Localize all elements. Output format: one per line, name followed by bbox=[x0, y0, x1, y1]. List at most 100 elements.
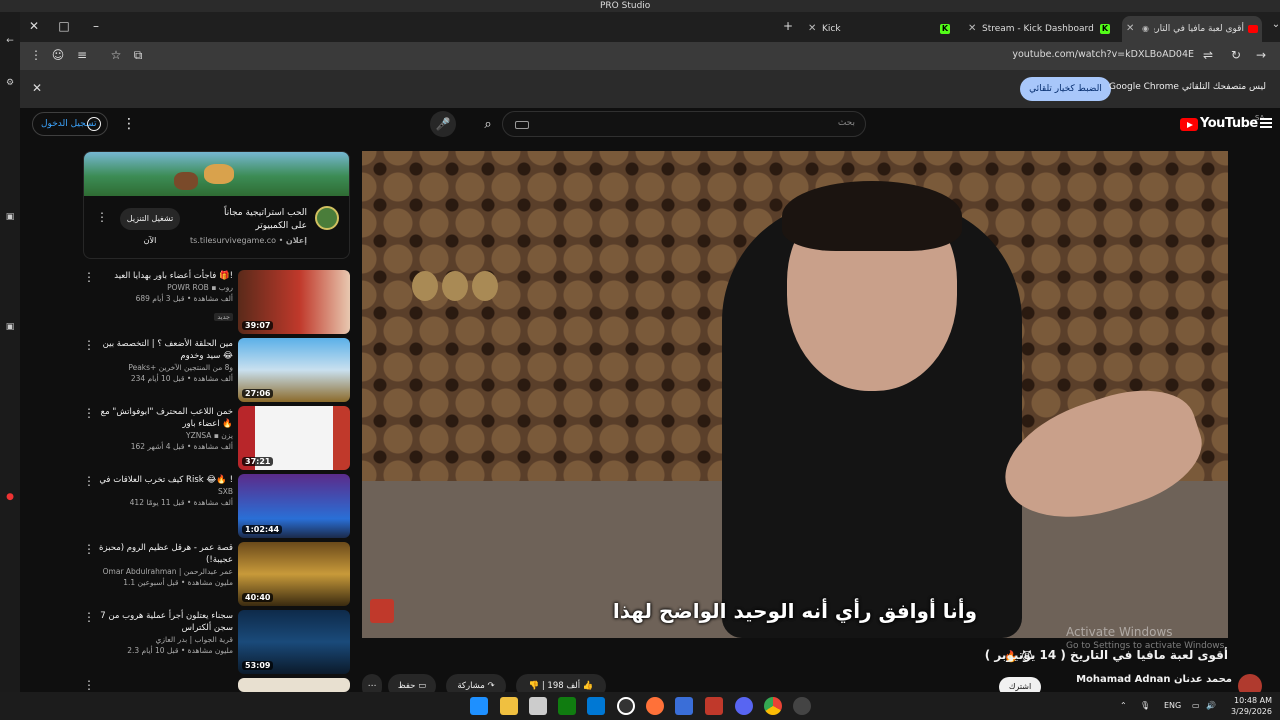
channel-name[interactable]: Mohamad Adnan محمد عدنان bbox=[1076, 674, 1232, 685]
app-icon[interactable] bbox=[675, 697, 693, 715]
keyboard-icon[interactable] bbox=[515, 121, 529, 129]
obs-icon[interactable] bbox=[617, 697, 635, 715]
item-title[interactable]: قصة عمر - هرقل عظيم الروم (محبزة عجيبة!) bbox=[97, 542, 233, 566]
outlook-icon[interactable] bbox=[587, 697, 605, 715]
app-icon[interactable] bbox=[793, 697, 811, 715]
tab-kick-dashboard[interactable]: ✕ Stream - Kick Dashboard K bbox=[962, 16, 1112, 42]
tab-close-icon[interactable]: ✕ bbox=[808, 16, 816, 42]
item-title[interactable]: كيف تخرب العلاقات في Risk 😂🔥 ! bbox=[97, 474, 233, 486]
window-close-icon[interactable]: ✕ bbox=[26, 19, 42, 33]
gear-icon[interactable]: ⚙ bbox=[5, 78, 15, 88]
item-thumbnail[interactable]: 27:06 bbox=[238, 338, 350, 402]
profile-icon[interactable]: ☺ bbox=[50, 48, 66, 62]
os-left-strip: ← ⚙ ▣ ▣ ● bbox=[0, 12, 20, 692]
store-icon[interactable] bbox=[529, 697, 547, 715]
network-icon[interactable]: ▭ bbox=[1192, 692, 1200, 720]
ad-title[interactable]: الحب استراتيجية مجاناً على الكمبيوتر bbox=[207, 207, 307, 233]
app-icon[interactable]: ▣ bbox=[5, 322, 15, 332]
ad-menu-kebab-icon[interactable]: ⋮ bbox=[96, 210, 108, 224]
item-thumbnail[interactable]: 39:07 bbox=[238, 270, 350, 334]
list-item[interactable]: ⋮ خمن اللاعب المحترف "ابوفواتش" مع اعضاء… bbox=[83, 406, 350, 470]
list-item[interactable]: ⋮ فاجأت أعضاء باور بهدايا العيد 🎁! POWR … bbox=[83, 270, 350, 334]
window-maximize-icon[interactable]: □ bbox=[56, 19, 72, 33]
tab-close-icon[interactable]: ✕ bbox=[968, 16, 976, 42]
site-settings-icon[interactable]: ⇌ bbox=[1200, 48, 1216, 62]
new-tab-plus-icon[interactable]: + bbox=[780, 19, 796, 33]
item-title[interactable]: مين الحلقة الأضعف ؟ | التخصصة بين سيد وخ… bbox=[97, 338, 233, 362]
tab-list-chevron-icon[interactable]: ⌄ bbox=[1268, 19, 1280, 30]
list-item[interactable]: ⋮ قصة عمر - هرقل عظيم الروم (محبزة عجيبة… bbox=[83, 542, 350, 606]
system-clock[interactable]: 10:48 AM 3/29/2026 bbox=[1231, 695, 1272, 717]
item-title[interactable]: خمن اللاعب المحترف "ابوفواتش" مع اعضاء ب… bbox=[97, 406, 233, 430]
list-item[interactable]: ⋮ 7 سجناء يعتلون أجرأ عملية هروب من سجن … bbox=[83, 610, 350, 674]
item-thumbnail[interactable]: 53:09 bbox=[238, 610, 350, 674]
youtube-play-icon bbox=[1180, 118, 1198, 131]
settings-kebab-icon[interactable]: ⋮ bbox=[122, 116, 136, 132]
ad-cta-button[interactable]: تشغيل التنزيل الآن bbox=[120, 208, 180, 245]
back-arrow-icon[interactable]: ← bbox=[5, 36, 15, 46]
item-thumbnail[interactable]: 40:40 bbox=[238, 542, 350, 606]
item-menu-kebab-icon[interactable]: ⋮ bbox=[83, 678, 95, 692]
app-icon[interactable] bbox=[705, 697, 723, 715]
list-item[interactable]: ⋮ bbox=[83, 678, 350, 692]
windows-taskbar: ⌃ 🎙 ENG ▭ 🔊 10:48 AM 3/29/2026 bbox=[0, 692, 1280, 720]
file-explorer-icon[interactable] bbox=[500, 697, 518, 715]
item-views: 234 ألف مشاهدة • قبل 10 أيام bbox=[130, 374, 233, 383]
ad-banner-image[interactable] bbox=[84, 152, 349, 196]
reload-icon[interactable]: ↻ bbox=[1228, 48, 1244, 62]
bookmark-star-icon[interactable]: ☆ bbox=[108, 48, 124, 62]
volume-icon[interactable]: 🔊 bbox=[1206, 692, 1216, 720]
item-menu-kebab-icon[interactable]: ⋮ bbox=[83, 338, 95, 352]
ad-card[interactable]: ⋮ تشغيل التنزيل الآن الحب استراتيجية مجا… bbox=[83, 151, 350, 259]
xbox-icon[interactable] bbox=[558, 697, 576, 715]
item-menu-kebab-icon[interactable]: ⋮ bbox=[83, 270, 95, 284]
tab-kick[interactable]: ✕ Kick K bbox=[800, 16, 950, 42]
set-default-button[interactable]: الضبط كخيار تلقائي bbox=[1020, 77, 1111, 101]
more-menu-icon[interactable]: ⋮ bbox=[28, 48, 44, 62]
firefox-icon[interactable] bbox=[646, 697, 664, 715]
item-thumbnail[interactable]: 1:02:44 bbox=[238, 474, 350, 538]
item-title[interactable]: فاجأت أعضاء باور بهدايا العيد 🎁! bbox=[97, 270, 233, 282]
item-menu-kebab-icon[interactable]: ⋮ bbox=[83, 406, 95, 420]
search-placeholder: بحث bbox=[837, 118, 855, 128]
voice-search-mic-icon[interactable]: 🎤 bbox=[430, 111, 456, 137]
tray-chevron-icon[interactable]: ⌃ bbox=[1120, 692, 1127, 720]
install-app-icon[interactable]: ⧉ bbox=[130, 48, 146, 63]
url-text[interactable]: youtube.com/watch?v=kDXLBoAD04E bbox=[1012, 49, 1194, 60]
video-player[interactable]: وأنا أوافق رأي أنه الوحيد الواضح لهذا bbox=[362, 151, 1228, 638]
chrome-icon[interactable] bbox=[764, 697, 782, 715]
share-label: مشاركة bbox=[457, 681, 485, 691]
mic-tray-icon[interactable]: 🎙 bbox=[1140, 692, 1150, 720]
list-item[interactable]: ⋮ مين الحلقة الأضعف ؟ | التخصصة بين سيد … bbox=[83, 338, 350, 402]
os-title-strip: PRO Studio bbox=[0, 0, 1280, 12]
close-icon[interactable]: ✕ bbox=[32, 81, 42, 95]
hamburger-menu-icon[interactable] bbox=[1260, 118, 1272, 128]
tab-close-icon[interactable]: ✕ bbox=[1126, 16, 1134, 42]
item-menu-kebab-icon[interactable]: ⋮ bbox=[83, 610, 95, 624]
search-input[interactable]: بحث bbox=[502, 111, 866, 137]
item-menu-kebab-icon[interactable]: ⋮ bbox=[83, 474, 95, 488]
window-minimize-icon[interactable]: – bbox=[88, 19, 104, 33]
item-thumbnail[interactable]: 37:21 bbox=[238, 406, 350, 470]
item-thumbnail[interactable] bbox=[238, 678, 350, 692]
audio-playing-icon[interactable]: ◉ bbox=[1142, 16, 1149, 42]
os-window-title: PRO Studio bbox=[600, 1, 651, 11]
back-icon[interactable]: → bbox=[1253, 48, 1269, 62]
new-badge: جديد bbox=[214, 313, 233, 321]
item-title[interactable]: 7 سجناء يعتلون أجرأ عملية هروب من سجن أل… bbox=[97, 610, 233, 634]
start-windows-icon[interactable] bbox=[470, 697, 488, 715]
notification-icon[interactable]: ● bbox=[5, 492, 15, 502]
discord-icon[interactable] bbox=[735, 697, 753, 715]
tab-youtube-active[interactable]: ✕ ◉ أقوى لعبة مافيا في التاريخ ( 14 bbox=[1122, 16, 1262, 42]
app-icon[interactable]: ▣ bbox=[5, 212, 15, 222]
sign-in-button[interactable]: تسجيل الدخول bbox=[32, 112, 108, 136]
duration-badge: 39:07 bbox=[242, 321, 274, 330]
search-icon[interactable]: ⌕ bbox=[475, 112, 501, 138]
item-menu-kebab-icon[interactable]: ⋮ bbox=[83, 542, 95, 556]
list-item[interactable]: ⋮ كيف تخرب العلاقات في Risk 😂🔥 ! SXB 412… bbox=[83, 474, 350, 538]
clock-date: 3/29/2026 bbox=[1230, 707, 1272, 716]
browser-tab-bar: ✕ □ – + ✕ Kick K ✕ Stream - Kick Dashboa… bbox=[20, 12, 1280, 42]
user-icon bbox=[87, 117, 101, 131]
language-indicator[interactable]: ENG bbox=[1164, 692, 1181, 720]
reading-list-icon[interactable]: ≡ bbox=[74, 48, 90, 62]
